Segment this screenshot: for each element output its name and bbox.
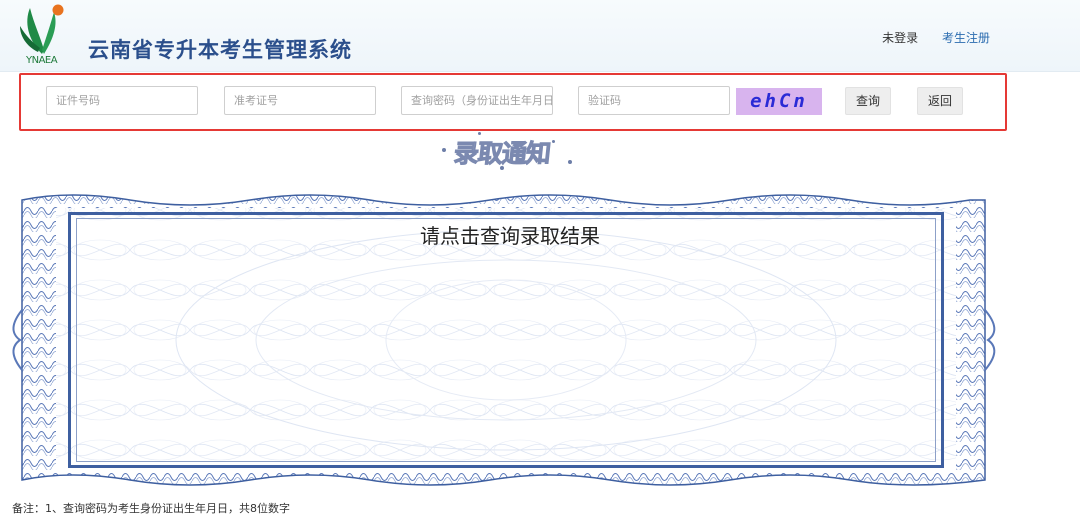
header: YNAEA 云南省专升本考生管理系统 未登录 考生注册 [0,0,1080,72]
admission-notice-heading: 录取通知 [440,130,580,172]
certificate-panel: 请点击查询录取结果 [10,190,1010,490]
back-button[interactable]: 返回 [917,87,963,115]
site-title: 云南省专升本考生管理系统 [88,38,352,62]
page: YNAEA 云南省专升本考生管理系统 未登录 考生注册 ehCn 查询 返回 录… [0,0,1080,522]
certificate-inner-frame-line [76,218,936,462]
query-password-input[interactable] [401,86,553,115]
notice-heading-text: 录取通知 [452,139,552,169]
decor-dot [552,140,555,143]
top-links: 未登录 考生注册 [862,29,990,46]
query-form: ehCn 查询 返回 [19,73,1007,131]
decor-dot [568,160,572,164]
register-link[interactable]: 考生注册 [942,31,990,45]
query-button[interactable]: 查询 [845,87,891,115]
footnote: 备注：1、查询密码为考生身份证出生年月日，共8位数字 [12,502,290,515]
logo-text: YNAEA [26,55,58,66]
query-result-prompt: 请点击查询录取结果 [420,224,600,248]
decor-dot [442,148,446,152]
decor-dot [478,132,481,135]
captcha-image[interactable]: ehCn [736,88,822,115]
login-status-link[interactable]: 未登录 [882,31,918,45]
admission-ticket-input[interactable] [224,86,376,115]
decor-dot [500,166,504,170]
captcha-input[interactable] [578,86,730,115]
id-number-input[interactable] [46,86,198,115]
